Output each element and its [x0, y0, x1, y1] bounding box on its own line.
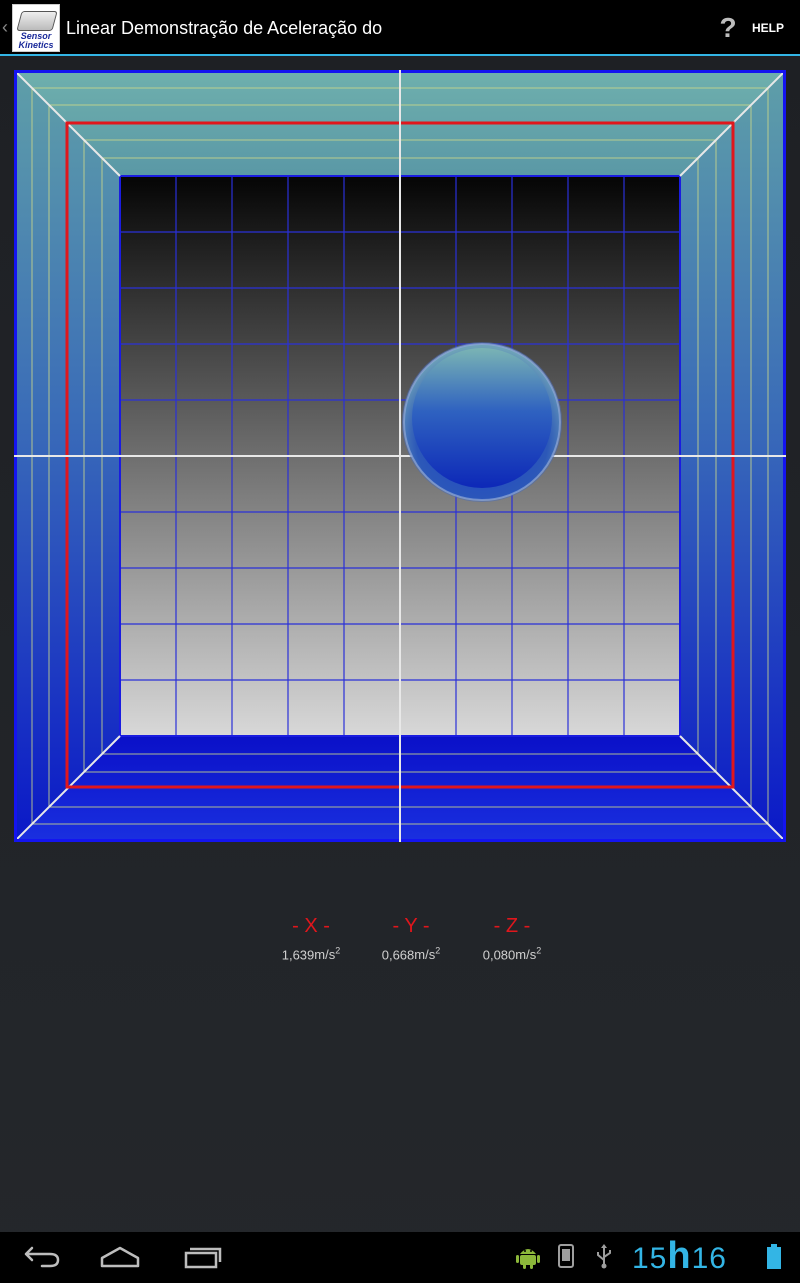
clock-minutes: 16	[691, 1242, 727, 1275]
z-value-number: 0,080	[482, 947, 516, 963]
page-title: Linear Demonstração de Aceleração do	[66, 18, 383, 38]
y-unit-exp: 2	[435, 946, 441, 956]
status-clock: 15h16	[632, 1232, 727, 1280]
app-logo-text: Sensor Kinetics	[13, 32, 59, 50]
y-axis-label: - Y -	[392, 915, 430, 937]
clock-separator: h	[667, 1235, 692, 1277]
back-icon[interactable]	[12, 1240, 68, 1272]
help-question-icon[interactable]: ?	[716, 12, 740, 44]
x-unit-text: m/s	[314, 947, 336, 963]
z-value-unit: m/s2	[515, 946, 542, 963]
device-icon	[558, 1244, 574, 1268]
x-unit-exp: 2	[335, 946, 341, 956]
app-screen: ‹ Sensor Kinetics Linear Demonstração de…	[0, 0, 800, 1280]
z-axis-label: - Z -	[493, 915, 531, 937]
y-axis-value: 0,668m/s2	[356, 942, 466, 964]
help-button[interactable]: HELP	[752, 20, 784, 36]
action-bar: ‹ Sensor Kinetics Linear Demonstração de…	[0, 0, 800, 56]
x-value-unit: m/s2	[314, 946, 341, 963]
home-icon[interactable]	[92, 1240, 148, 1272]
system-navigation-bar: 15h16	[0, 1232, 800, 1280]
usb-icon	[597, 1244, 611, 1269]
x-axis-value: 1,639m/s2	[256, 942, 366, 964]
clock-hours: 15	[632, 1242, 668, 1275]
x-axis-label: - X -	[292, 915, 330, 937]
acceleration-visualization	[14, 70, 786, 842]
y-readout: - Y - 0,668m/s2	[356, 914, 466, 964]
z-unit-text: m/s	[515, 947, 537, 963]
x-readout: - X - 1,639m/s2	[256, 914, 366, 964]
device-drawing	[16, 11, 58, 31]
x-value-number: 1,639	[281, 947, 315, 963]
acceleration-ball	[402, 342, 562, 502]
y-unit-text: m/s	[414, 947, 436, 963]
battery-icon	[767, 1244, 781, 1269]
y-value-number: 0,668	[381, 947, 415, 963]
recents-icon[interactable]	[174, 1240, 230, 1272]
y-value-unit: m/s2	[414, 946, 441, 963]
android-debug-icon	[516, 1249, 540, 1269]
z-unit-exp: 2	[536, 946, 542, 956]
up-caret-icon[interactable]: ‹	[2, 17, 8, 37]
z-readout: - Z - 0,080m/s2	[457, 914, 567, 964]
logo-line-2: Kinetics	[18, 40, 54, 50]
z-axis-value: 0,080m/s2	[457, 942, 567, 964]
app-logo-icon[interactable]: Sensor Kinetics	[12, 4, 60, 52]
